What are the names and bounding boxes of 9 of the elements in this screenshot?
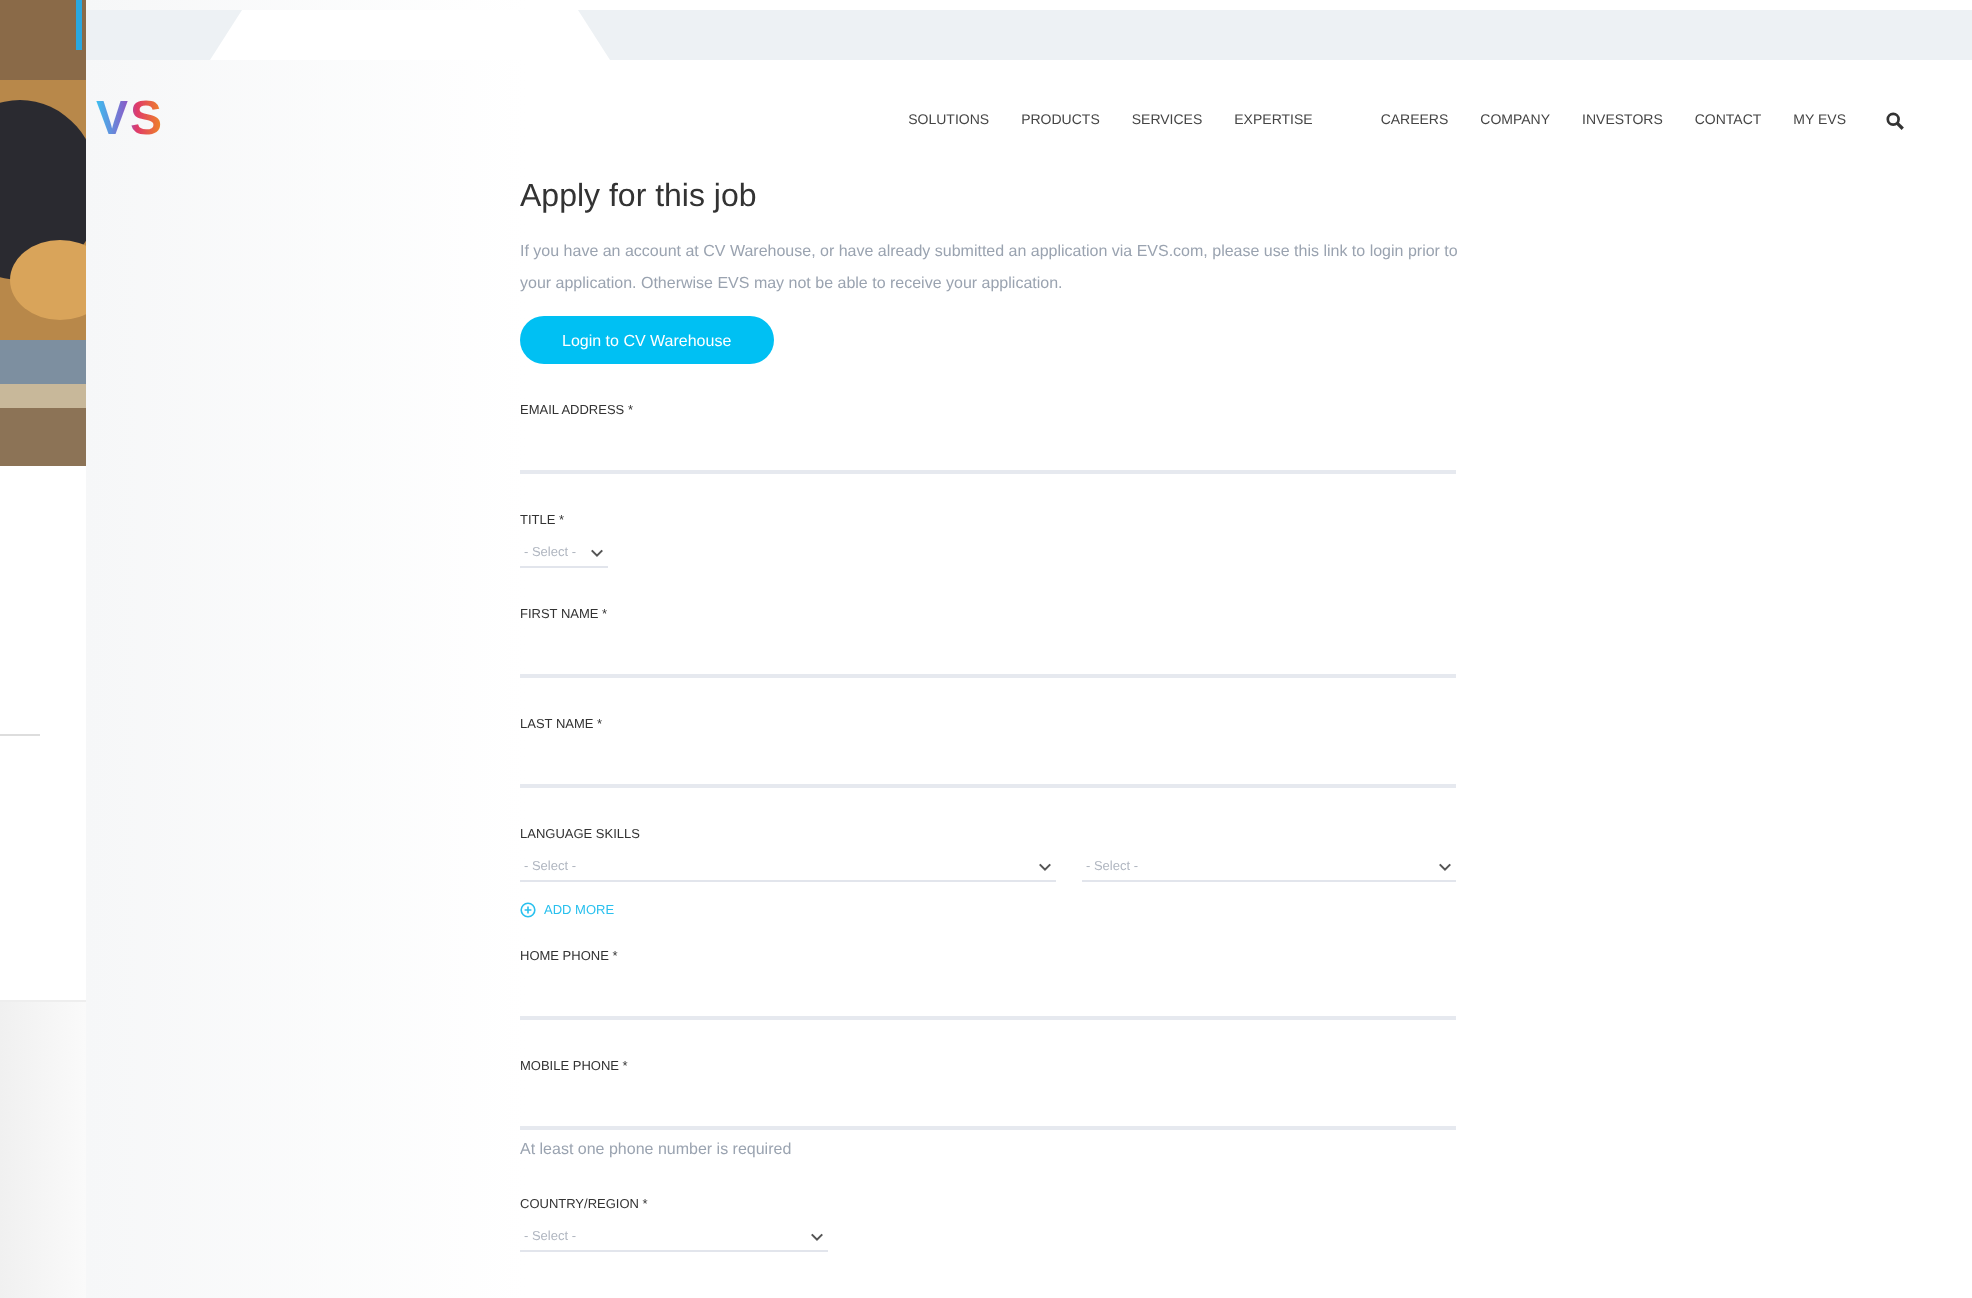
hint-text: At least one phone number is required xyxy=(520,1140,794,1158)
chevron-down-icon xyxy=(590,548,604,558)
chevron-down-icon xyxy=(1438,862,1452,872)
search-icon[interactable] xyxy=(1886,111,1904,129)
chevron-down-icon xyxy=(810,1232,824,1242)
chevron-down-icon xyxy=(1038,862,1052,872)
page-heading: Apply for this job xyxy=(520,180,759,216)
intro-text: If you have an account at CV Warehouse, or have already submitted an application via EVS.com, please use this link to login prior to your application. Otherwise EVS may not be able to receive your application. xyxy=(520,240,1460,296)
plus-circle-icon xyxy=(520,902,536,918)
